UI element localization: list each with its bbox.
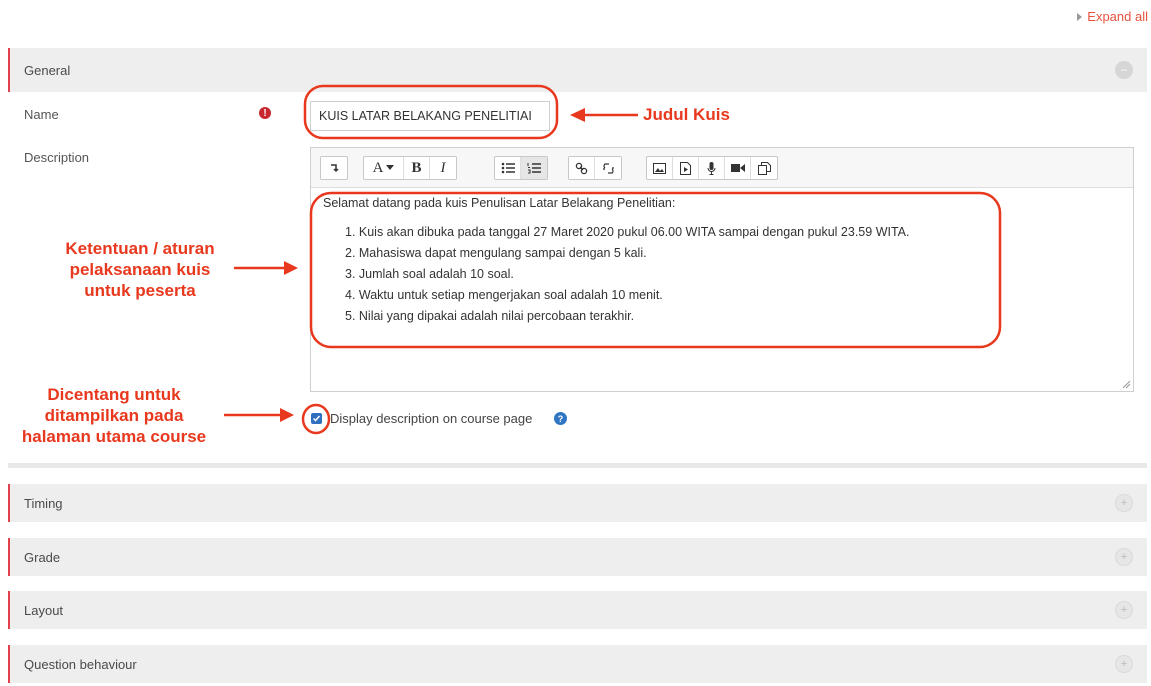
- font-style-icon[interactable]: A: [364, 157, 404, 179]
- italic-icon[interactable]: I: [430, 157, 456, 179]
- toolbar-group-lists: [494, 156, 548, 180]
- checkmark-icon: [312, 415, 321, 422]
- expand-section-icon[interactable]: +: [1115, 548, 1133, 566]
- display-description-label: Display description on course page: [330, 411, 533, 426]
- list-item: 3. Jumlah soal adalah 10 soal.: [345, 267, 514, 281]
- section-grade-header[interactable]: Grade +: [8, 538, 1147, 576]
- description-intro: Selamat datang pada kuis Penulisan Latar…: [323, 196, 676, 210]
- unlink-icon[interactable]: [595, 157, 621, 179]
- section-question-behaviour-header[interactable]: Question behaviour +: [8, 645, 1147, 683]
- link-icon[interactable]: [569, 157, 595, 179]
- toolbar-group-media: [646, 156, 778, 180]
- annotation-judul-kuis: Judul Kuis: [643, 105, 730, 124]
- section-question-behaviour-title: Question behaviour: [24, 656, 137, 672]
- unordered-list-icon[interactable]: [495, 157, 521, 179]
- bold-icon[interactable]: B: [404, 157, 430, 179]
- annotation-ketentuan: Ketentuan / aturan pelaksanaan kuis untu…: [65, 239, 215, 300]
- description-list: 1. Kuis akan dibuka pada tanggal 27 Mare…: [323, 222, 1121, 327]
- image-icon[interactable]: [647, 157, 673, 179]
- name-label: Name: [24, 107, 59, 122]
- media-icon[interactable]: [673, 157, 699, 179]
- collapse-section-icon[interactable]: –: [1115, 61, 1133, 79]
- list-item: 5. Nilai yang dipakai adalah nilai perco…: [345, 309, 635, 323]
- section-timing-title: Timing: [24, 495, 63, 511]
- record-video-icon[interactable]: [725, 157, 751, 179]
- toolbar-group-links: [568, 156, 622, 180]
- section-general-header[interactable]: General –: [8, 48, 1147, 92]
- list-item: 4. Waktu untuk setiap mengerjakan soal a…: [345, 288, 663, 302]
- editor-toolbar: A B I: [311, 148, 1133, 188]
- record-audio-icon[interactable]: [699, 157, 725, 179]
- expand-section-icon[interactable]: +: [1115, 494, 1133, 512]
- ordered-list-icon[interactable]: [521, 157, 547, 179]
- list-item: 2. Mahasiswa dapat mengulang sampai deng…: [345, 246, 647, 260]
- expand-section-icon[interactable]: +: [1115, 655, 1133, 673]
- expand-section-icon[interactable]: +: [1115, 601, 1133, 619]
- help-icon[interactable]: ?: [554, 412, 567, 425]
- description-editor: A B I Selamat datang pada kuis Penulisan…: [310, 147, 1134, 392]
- section-layout-header[interactable]: Layout +: [8, 591, 1147, 629]
- expand-all-link[interactable]: Expand all: [1077, 9, 1148, 24]
- expand-all-label: Expand all: [1087, 9, 1148, 24]
- toolbar-group-collapse: [320, 156, 348, 180]
- collapse-icon[interactable]: [321, 157, 347, 179]
- editor-content[interactable]: Selamat datang pada kuis Penulisan Latar…: [311, 188, 1133, 335]
- section-timing-header[interactable]: Timing +: [8, 484, 1147, 522]
- section-layout-title: Layout: [24, 602, 64, 618]
- triangle-right-icon: [1077, 12, 1083, 21]
- list-item: 1. Kuis akan dibuka pada tanggal 27 Mare…: [345, 225, 910, 239]
- toolbar-group-text: A B I: [363, 156, 457, 180]
- description-label: Description: [24, 150, 90, 165]
- section-grade-title: Grade: [24, 549, 61, 565]
- name-input[interactable]: KUIS LATAR BELAKANG PENELITIAI: [310, 101, 550, 131]
- section-general-title: General: [24, 62, 71, 78]
- display-description-checkbox[interactable]: [311, 413, 322, 424]
- required-icon: !: [259, 107, 271, 119]
- annotation-dicentang: Dicentang untuk ditampilkan pada halaman…: [21, 385, 207, 446]
- manage-files-icon[interactable]: [751, 157, 777, 179]
- resize-grip-icon[interactable]: [1122, 380, 1131, 389]
